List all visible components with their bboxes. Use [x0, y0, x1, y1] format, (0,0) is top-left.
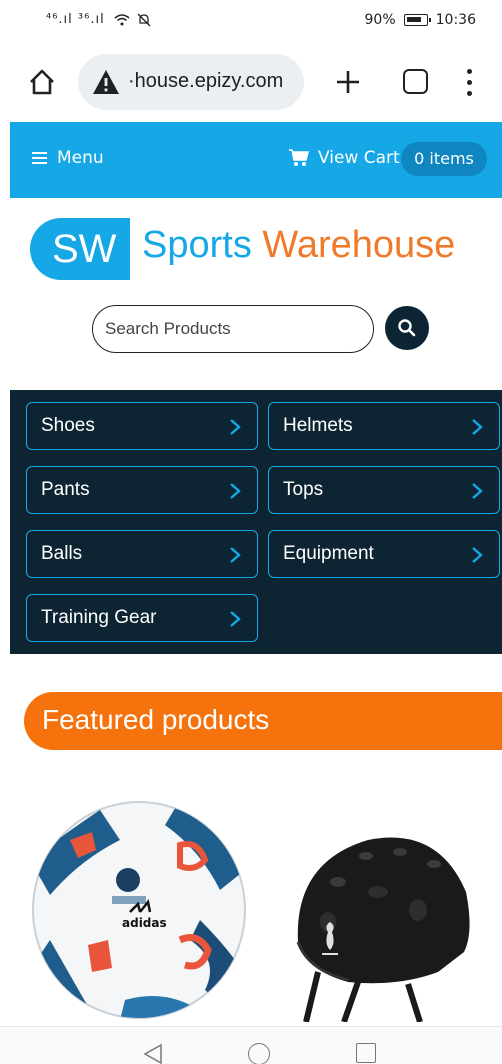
cart-icon — [289, 149, 309, 166]
home-icon[interactable] — [28, 68, 56, 96]
category-label: Balls — [41, 543, 83, 564]
chevron-right-icon — [230, 419, 241, 435]
address-bar[interactable]: ·house.epizy.com — [78, 54, 304, 110]
category-helmets[interactable]: Helmets — [268, 402, 500, 450]
search-box — [92, 305, 374, 353]
view-cart-button[interactable]: View Cart — [288, 148, 400, 168]
chevron-right-icon — [230, 483, 241, 499]
warning-icon[interactable] — [92, 69, 120, 95]
category-menu: Shoes Helmets Pants Tops Balls Equipment… — [10, 390, 502, 654]
category-label: Training Gear — [41, 607, 157, 628]
category-label: Equipment — [283, 543, 374, 564]
category-label: Helmets — [283, 415, 353, 436]
view-cart-label: View Cart — [318, 148, 400, 168]
tab-switcher-icon[interactable] — [403, 69, 428, 94]
category-training-gear[interactable]: Training Gear — [26, 594, 258, 642]
clock: 10:36 — [435, 12, 476, 28]
category-pants[interactable]: Pants — [26, 466, 258, 514]
featured-title: Featured products — [42, 704, 270, 735]
chevron-right-icon — [230, 611, 241, 627]
chevron-right-icon — [472, 483, 483, 499]
helmet-image[interactable] — [288, 822, 474, 1022]
system-navigation-bar — [0, 1026, 502, 1064]
category-label: Shoes — [41, 415, 95, 436]
status-signal: ⁴⁶.ıl ³⁶.ıl — [46, 12, 151, 27]
category-balls[interactable]: Balls — [26, 530, 258, 578]
category-label: Pants — [41, 479, 90, 500]
logo-word-warehouse: Warehouse — [262, 224, 456, 266]
soccer-ball-image[interactable]: adidas — [30, 800, 248, 1020]
chevron-right-icon — [472, 547, 483, 563]
search-button[interactable] — [385, 306, 429, 350]
signal-text: ⁴⁶.ıl ³⁶.ıl — [46, 12, 105, 27]
battery-icon — [403, 14, 431, 26]
chevron-right-icon — [472, 419, 483, 435]
chevron-right-icon — [230, 547, 241, 563]
wifi-icon — [114, 13, 130, 25]
status-bar: ⁴⁶.ıl ³⁶.ıl 90% 10:36 — [0, 0, 502, 42]
url-text[interactable]: ·house.epizy.com — [128, 70, 283, 93]
featured-products-heading: Featured products — [24, 692, 502, 750]
browser-toolbar: ·house.epizy.com — [0, 42, 502, 122]
menu-label: Menu — [57, 148, 104, 168]
category-label: Tops — [283, 479, 324, 500]
site-logo[interactable]: SW Sports Warehouse — [30, 218, 500, 280]
search-input[interactable] — [105, 316, 361, 342]
more-menu-icon[interactable] — [461, 66, 477, 98]
category-equipment[interactable]: Equipment — [268, 530, 500, 578]
search-icon — [398, 319, 416, 337]
menu-button[interactable]: Menu — [32, 148, 104, 168]
category-tops[interactable]: Tops — [268, 466, 500, 514]
recent-apps-icon[interactable] — [356, 1043, 376, 1063]
site-header-bar: Menu View Cart 0 items — [10, 122, 502, 198]
back-icon[interactable] — [143, 1043, 163, 1064]
status-right: 90% 10:36 — [365, 12, 476, 28]
hamburger-icon — [32, 152, 47, 164]
logo-word-sports: Sports — [142, 224, 252, 266]
category-shoes[interactable]: Shoes — [26, 402, 258, 450]
battery-percent: 90% — [364, 12, 396, 28]
logo-wordmark: Sports Warehouse — [142, 224, 455, 267]
new-tab-icon[interactable] — [334, 68, 362, 96]
logo-badge: SW — [30, 218, 130, 280]
home-nav-icon[interactable] — [248, 1043, 270, 1064]
mute-bell-icon — [137, 13, 151, 26]
cart-items-badge[interactable]: 0 items — [401, 142, 487, 176]
adidas-logo-text: adidas — [122, 916, 167, 930]
